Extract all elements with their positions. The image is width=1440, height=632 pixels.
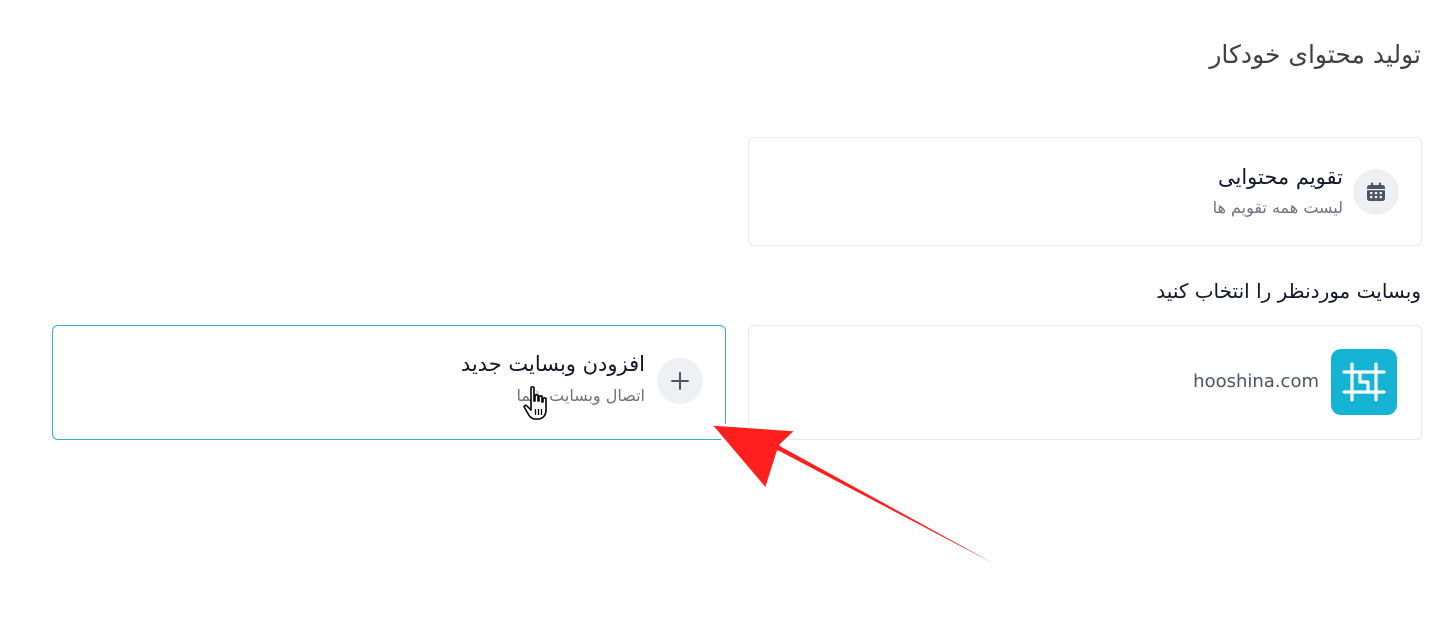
calendar-icon: [1353, 169, 1399, 215]
add-website-title: افزودن وبسایت جدید: [460, 352, 645, 376]
hand-pointer-icon: [523, 386, 547, 420]
content-calendar-card[interactable]: تقویم محتوایی لیست همه تقویم ها: [748, 137, 1422, 246]
plus-icon: [657, 358, 703, 404]
hooshina-logo-icon: [1331, 349, 1397, 415]
content-generation-page: تولید محتوای خودکار تقویم محتوایی لیست ه…: [0, 0, 1440, 632]
page-title: تولید محتوای خودکار: [1209, 40, 1421, 69]
calendar-card-subtitle: لیست همه تقویم ها: [1212, 198, 1343, 217]
add-website-card[interactable]: افزودن وبسایت جدید اتصال وبسایت شما: [52, 325, 726, 440]
calendar-card-title: تقویم محتوایی: [1218, 165, 1343, 189]
website-domain: hooshina.com: [1193, 371, 1319, 392]
website-card-hooshina[interactable]: hooshina.com: [748, 325, 1422, 440]
annotation-arrow: [708, 422, 1020, 580]
website-section-label: وبسایت موردنظر را انتخاب کنید: [1156, 279, 1421, 303]
